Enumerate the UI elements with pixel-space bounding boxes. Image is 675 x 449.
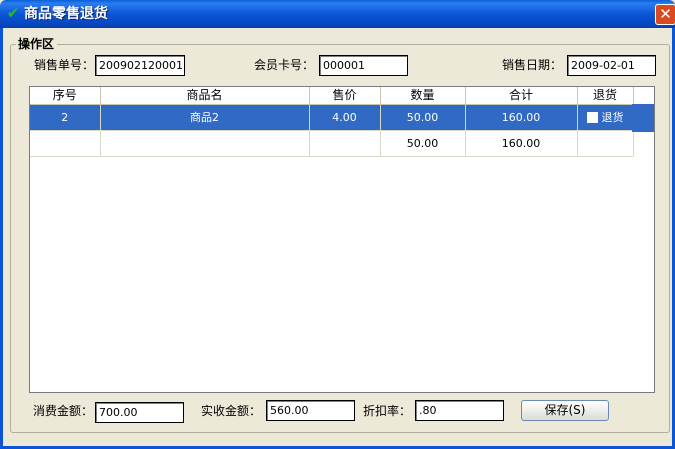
- cell-return[interactable]: 退货: [577, 104, 634, 131]
- window-border-left: [0, 28, 3, 449]
- sale-date-label: 销售日期：: [502, 58, 563, 72]
- column-header-price[interactable]: 售价: [309, 87, 381, 105]
- table-row[interactable]: 2 商品2 4.00 50.00 160.00 退货: [30, 104, 634, 131]
- table-row-summary: 50.00 160.00: [30, 130, 634, 157]
- column-header-qty[interactable]: 数量: [380, 87, 466, 105]
- cell-price[interactable]: 4.00: [309, 104, 381, 131]
- cell-index[interactable]: 2: [30, 104, 101, 131]
- discount-label: 折扣率：: [363, 404, 412, 418]
- cell-qty[interactable]: 50.00: [380, 104, 466, 131]
- member-card-field[interactable]: 000001: [319, 55, 408, 76]
- received-amount-field[interactable]: 560.00: [266, 400, 355, 421]
- table-header-row: 序号 商品名 售价 数量 合计 退货: [30, 87, 634, 105]
- column-header-total[interactable]: 合计: [465, 87, 578, 105]
- cell-total-sum: 160.00: [465, 130, 578, 157]
- return-checkbox[interactable]: [586, 112, 598, 123]
- sale-date-field[interactable]: 2009-02-01: [567, 55, 656, 76]
- cell-total[interactable]: 160.00: [465, 104, 578, 131]
- selection-highlight: [632, 104, 654, 132]
- sale-no-field[interactable]: 200902120001: [95, 55, 185, 76]
- group-title: 操作区: [16, 36, 58, 52]
- close-button[interactable]: ✕: [655, 4, 675, 25]
- sale-no-label: 销售单号：: [34, 58, 95, 72]
- column-header-return[interactable]: 退货: [577, 87, 634, 105]
- title-bar[interactable]: ✔ 商品零售退货 ✕: [0, 0, 675, 28]
- consume-label: 消费金额：: [33, 404, 94, 418]
- received-label: 实收金额：: [201, 404, 262, 418]
- cell-index: [30, 130, 101, 157]
- cell-name[interactable]: 商品2: [100, 104, 310, 131]
- cell-price: [309, 130, 381, 157]
- member-card-label: 会员卡号：: [254, 58, 315, 72]
- window-title: 商品零售退货: [24, 6, 108, 22]
- consume-amount-field[interactable]: 700.00: [95, 402, 184, 423]
- close-icon: ✕: [659, 5, 672, 23]
- checkmark-icon: ✔: [6, 4, 20, 22]
- sales-grid[interactable]: 序号 商品名 售价 数量 合计 退货 2 商品2 4.00 50.00 160.…: [29, 86, 655, 393]
- column-header-index[interactable]: 序号: [30, 87, 101, 105]
- save-button[interactable]: 保存(S): [521, 400, 609, 421]
- cell-qty-sum: 50.00: [380, 130, 466, 157]
- cell-name: [100, 130, 310, 157]
- discount-rate-field[interactable]: .80: [415, 400, 504, 421]
- column-header-name[interactable]: 商品名: [100, 87, 310, 105]
- return-label: 退货: [601, 110, 624, 124]
- sales-table: 序号 商品名 售价 数量 合计 退货 2 商品2 4.00 50.00 160.…: [30, 87, 634, 157]
- cell-return: [577, 130, 634, 157]
